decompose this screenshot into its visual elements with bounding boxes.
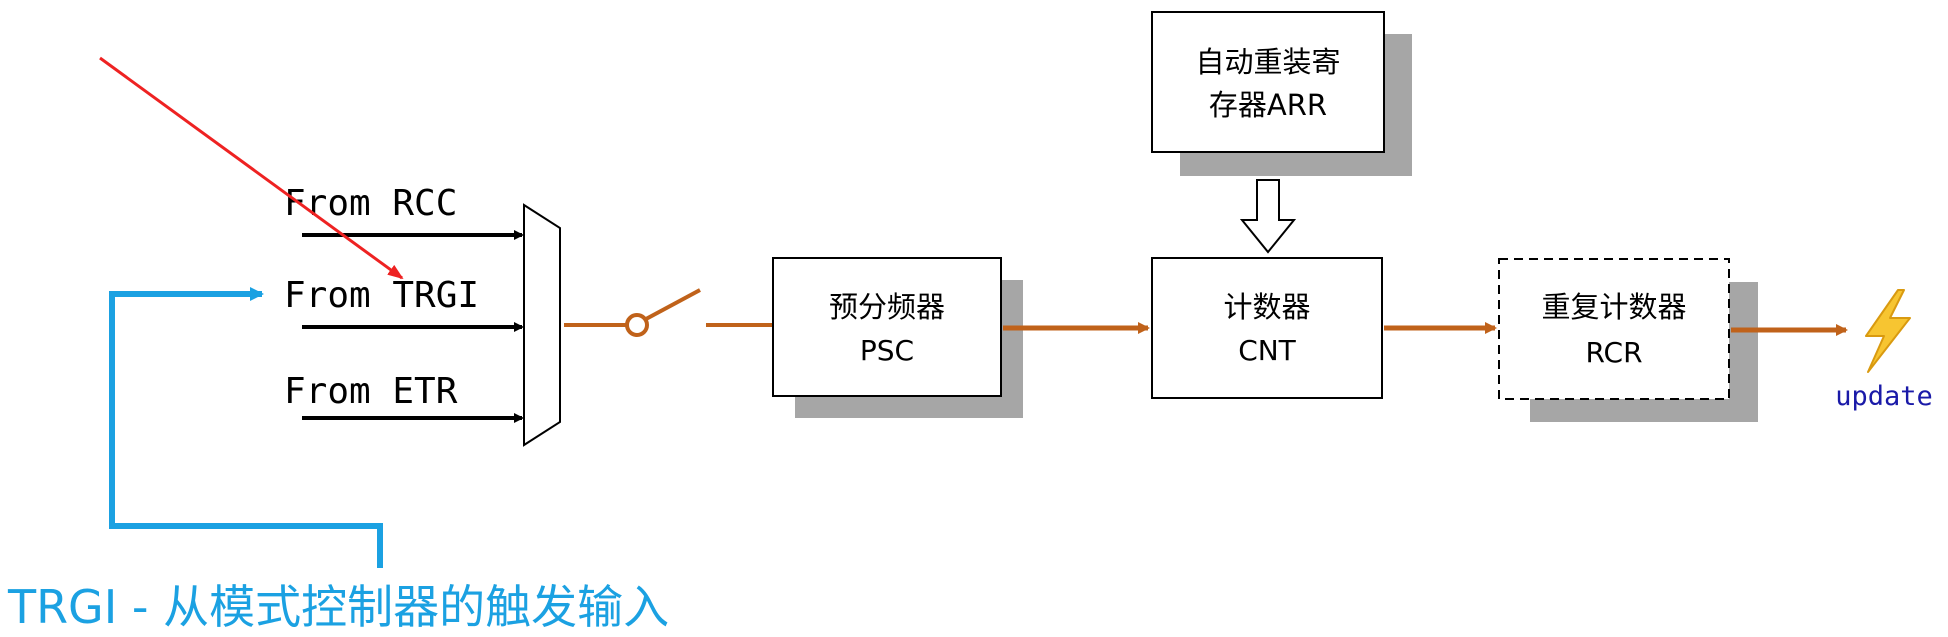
input-label-etr: From ETR — [284, 371, 458, 412]
trgi-callout-line — [109, 287, 383, 568]
arr-to-cnt-hollow-arrow — [1239, 179, 1297, 254]
timer-clock-diagram: From RCC From TRGI From ETR 预分频器 PSC 自动重… — [7, 11, 1933, 634]
trgi-caption: TRGI - 从模式控制器的触发输入 — [7, 580, 669, 634]
rcr-block-subtitle: RCR — [1585, 336, 1642, 369]
red-pointer-arrow — [99, 56, 404, 280]
rcr-block-title: 重复计数器 — [1541, 290, 1686, 324]
cnt-block-title: 计数器 — [1223, 290, 1310, 324]
psc-block — [772, 257, 1002, 397]
cnt-block-subtitle: CNT — [1238, 334, 1296, 367]
input-label-trgi: From TRGI — [284, 275, 479, 316]
switch-lever — [645, 288, 701, 321]
psc-block-title: 预分频器 — [829, 290, 945, 324]
rcr-block — [1498, 258, 1730, 400]
cnt-block — [1151, 257, 1383, 399]
lightning-bolt-icon — [1865, 289, 1911, 373]
input-label-rcc: From RCC — [284, 183, 457, 224]
arr-block-subtitle: 存器ARR — [1209, 88, 1327, 122]
multiplexer — [523, 203, 561, 447]
update-label: update — [1835, 381, 1933, 412]
psc-block-subtitle: PSC — [860, 334, 914, 367]
arr-block — [1151, 11, 1385, 153]
switch-pivot — [625, 313, 649, 337]
arr-block-title: 自动重装寄 — [1195, 45, 1340, 79]
